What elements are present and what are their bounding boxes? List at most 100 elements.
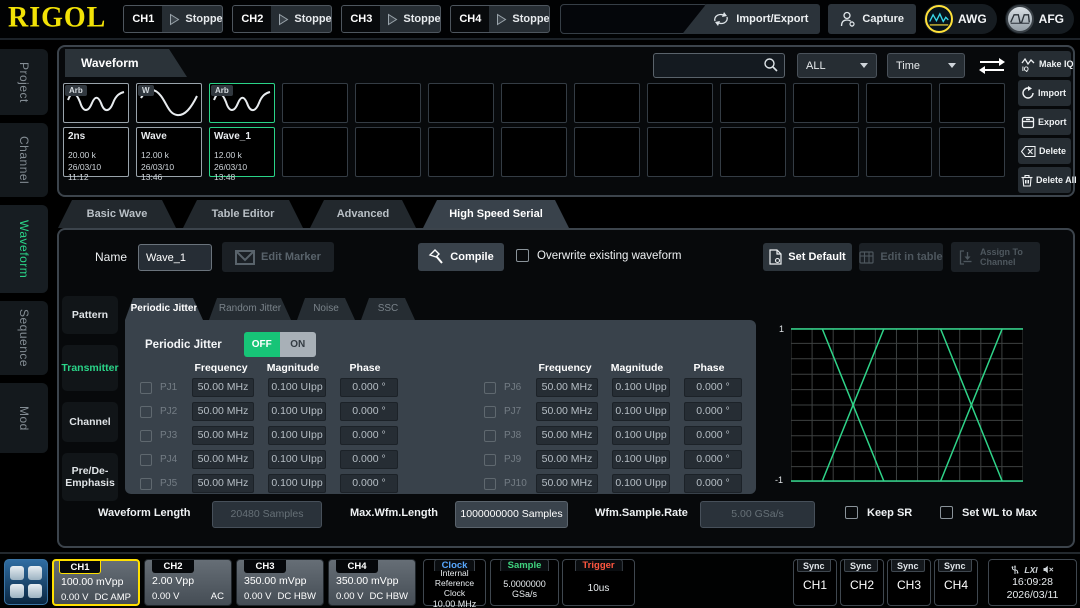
pj10-checkbox[interactable] xyxy=(484,478,496,490)
pj2-frequency-input[interactable]: 50.00 MHz xyxy=(192,402,254,421)
trigger-card[interactable]: Trigger 10us xyxy=(562,559,635,606)
channel-run-button-ch3[interactable]: CH3 Stopped xyxy=(341,5,441,33)
tab-table-editor[interactable]: Table Editor xyxy=(183,200,303,228)
name-input[interactable] xyxy=(138,244,212,271)
edit-in-table-button[interactable]: Edit in table xyxy=(859,243,943,271)
toggle-off-button[interactable]: OFF xyxy=(244,332,280,357)
pj8-phase-input[interactable]: 0.000 ° xyxy=(684,426,742,445)
pj7-magnitude-input[interactable]: 0.100 UIpp xyxy=(612,402,670,421)
assign-to-channel-button[interactable]: Assign To Channel xyxy=(951,242,1040,272)
pj3-phase-input[interactable]: 0.000 ° xyxy=(340,426,398,445)
pj1-phase-input[interactable]: 0.000 ° xyxy=(340,378,398,397)
pj9-frequency-input[interactable]: 50.00 MHz xyxy=(536,450,598,469)
sync-ch2-card[interactable]: Sync CH2 xyxy=(840,559,884,606)
pj2-checkbox[interactable] xyxy=(140,406,152,418)
pj1-magnitude-input[interactable]: 0.100 UIpp xyxy=(268,378,326,397)
status-ch4-card[interactable]: CH4 350.00 mVpp 0.00 VDC HBW xyxy=(328,559,416,606)
pj5-magnitude-input[interactable]: 0.100 UIpp xyxy=(268,474,326,493)
afg-mode-button[interactable]: AFG xyxy=(1005,4,1074,34)
pj7-phase-input[interactable]: 0.000 ° xyxy=(684,402,742,421)
pj5-checkbox[interactable] xyxy=(140,478,152,490)
nav-item-pattern[interactable]: Pattern xyxy=(62,296,118,334)
channel-run-button-ch4[interactable]: CH4 Stopped xyxy=(450,5,550,33)
pj4-phase-input[interactable]: 0.000 ° xyxy=(340,450,398,469)
sync-ch1-card[interactable]: Sync CH1 xyxy=(793,559,837,606)
system-status-box[interactable]: LXI 16:09:28 2026/03/11 xyxy=(988,559,1077,606)
pj3-magnitude-input[interactable]: 0.100 UIpp xyxy=(268,426,326,445)
sidebar-item-sequence[interactable]: Sequence xyxy=(0,301,48,375)
wfm-sample-rate-input[interactable]: 5.00 GSa/s xyxy=(700,501,815,528)
channel-run-button-ch2[interactable]: CH2 Stopped xyxy=(232,5,332,33)
compile-button[interactable]: Compile xyxy=(418,243,504,271)
waveform-length-input[interactable]: 20480 Samples xyxy=(212,501,322,528)
sidebar-item-channel[interactable]: Channel xyxy=(0,123,48,197)
keep-sr-checkbox[interactable] xyxy=(845,506,858,519)
pj5-phase-input[interactable]: 0.000 ° xyxy=(340,474,398,493)
pj9-magnitude-input[interactable]: 0.100 UIpp xyxy=(612,450,670,469)
pj10-frequency-input[interactable]: 50.00 MHz xyxy=(536,474,598,493)
search-icon[interactable] xyxy=(763,57,779,73)
status-ch3-card[interactable]: CH3 350.00 mVpp 0.00 VDC HBW xyxy=(236,559,324,606)
pj8-frequency-input[interactable]: 50.00 MHz xyxy=(536,426,598,445)
pj1-frequency-input[interactable]: 50.00 MHz xyxy=(192,378,254,397)
sync-ch3-card[interactable]: Sync CH3 xyxy=(887,559,931,606)
make-iq-button[interactable]: IQ Make IQ xyxy=(1018,51,1071,77)
export-button[interactable]: Export xyxy=(1018,109,1071,135)
toggle-on-button[interactable]: ON xyxy=(280,332,316,357)
status-ch1-card[interactable]: CH1 100.00 mVpp 0.00 VDC AMP xyxy=(52,559,140,606)
status-ch2-card[interactable]: CH2 2.00 Vpp 0.00 VAC xyxy=(144,559,232,606)
sort-order-button[interactable] xyxy=(974,55,1010,77)
awg-mode-button[interactable]: AWG xyxy=(924,4,997,34)
pj6-checkbox[interactable] xyxy=(484,382,496,394)
clock-card[interactable]: Clock Internal Reference Clock 10.00 MHz xyxy=(423,559,486,606)
pj8-checkbox[interactable] xyxy=(484,430,496,442)
pj10-phase-input[interactable]: 0.000 ° xyxy=(684,474,742,493)
tab-ssc[interactable]: SSC xyxy=(361,298,415,320)
sync-ch4-card[interactable]: Sync CH4 xyxy=(934,559,978,606)
pj3-checkbox[interactable] xyxy=(140,430,152,442)
delete-button[interactable]: Delete xyxy=(1018,138,1071,164)
pj7-frequency-input[interactable]: 50.00 MHz xyxy=(536,402,598,421)
import-export-button[interactable]: Import/Export xyxy=(682,4,820,34)
tab-high-speed-serial[interactable]: High Speed Serial xyxy=(423,200,569,228)
delete-all-button[interactable]: Delete All xyxy=(1018,167,1071,193)
pj7-checkbox[interactable] xyxy=(484,406,496,418)
tab-periodic-jitter[interactable]: Periodic Jitter xyxy=(125,298,203,320)
overwrite-checkbox[interactable] xyxy=(516,249,529,262)
waveform-item-2ns[interactable]: Arb 2ns 20.00 k 26/03/10 11:12 xyxy=(63,83,129,177)
pj6-phase-input[interactable]: 0.000 ° xyxy=(684,378,742,397)
tab-basic-wave[interactable]: Basic Wave xyxy=(58,200,176,228)
pj8-magnitude-input[interactable]: 0.100 UIpp xyxy=(612,426,670,445)
pj4-checkbox[interactable] xyxy=(140,454,152,466)
pj3-frequency-input[interactable]: 50.00 MHz xyxy=(192,426,254,445)
pj2-phase-input[interactable]: 0.000 ° xyxy=(340,402,398,421)
pj10-magnitude-input[interactable]: 0.100 UIpp xyxy=(612,474,670,493)
tab-random-jitter[interactable]: Random Jitter xyxy=(209,298,291,320)
waveform-item-wave-1[interactable]: Arb Wave_1 12.00 k 26/03/10 13:48 xyxy=(209,83,275,177)
waveform-browser-tab[interactable]: Waveform xyxy=(65,49,187,77)
capture-button[interactable]: Capture xyxy=(828,4,916,34)
sidebar-item-mod[interactable]: Mod xyxy=(0,383,48,453)
nav-item-channel[interactable]: Channel xyxy=(62,402,118,442)
waveform-item-wave[interactable]: W Wave 12.00 k 26/03/10 13:46 xyxy=(136,83,202,177)
set-default-button[interactable]: Set Default xyxy=(763,243,852,271)
sidebar-item-project[interactable]: Project xyxy=(0,49,48,115)
pj9-phase-input[interactable]: 0.000 ° xyxy=(684,450,742,469)
nav-item-pre-de-emphasis[interactable]: Pre/De-Emphasis xyxy=(62,453,118,501)
sort-by-dropdown[interactable]: Time xyxy=(887,53,965,78)
channel-run-button-ch1[interactable]: CH1 Stopped xyxy=(123,5,223,33)
pj6-magnitude-input[interactable]: 0.100 UIpp xyxy=(612,378,670,397)
set-wl-to-max-checkbox[interactable] xyxy=(940,506,953,519)
pj4-magnitude-input[interactable]: 0.100 UIpp xyxy=(268,450,326,469)
sidebar-item-waveform[interactable]: Waveform xyxy=(0,205,48,293)
nav-item-transmitter[interactable]: Transmitter xyxy=(62,345,118,391)
max-wfm-length-input[interactable]: 1000000000 Samples xyxy=(455,501,568,528)
tab-noise[interactable]: Noise xyxy=(297,298,355,320)
edit-marker-button[interactable]: Edit Marker xyxy=(222,242,334,272)
pj9-checkbox[interactable] xyxy=(484,454,496,466)
pj5-frequency-input[interactable]: 50.00 MHz xyxy=(192,474,254,493)
pj6-frequency-input[interactable]: 50.00 MHz xyxy=(536,378,598,397)
tab-advanced[interactable]: Advanced xyxy=(310,200,416,228)
pj1-checkbox[interactable] xyxy=(140,382,152,394)
apps-menu-button[interactable] xyxy=(4,559,48,605)
